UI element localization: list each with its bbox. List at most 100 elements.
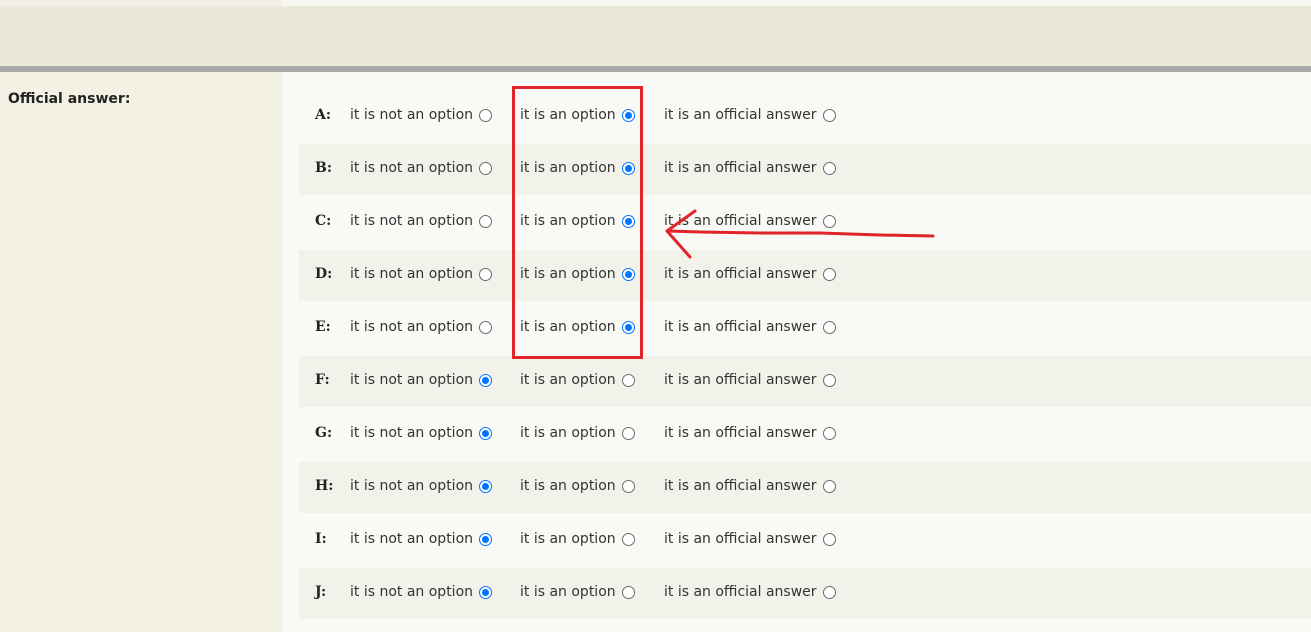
not-option-label: it is not an option [350, 584, 474, 600]
is-option-radio[interactable] [621, 585, 635, 599]
not-option-label: it is not an option [350, 319, 474, 335]
not-option-radio[interactable] [479, 320, 493, 334]
not-option-label: it is not an option [350, 213, 474, 229]
is-option-choice[interactable]: it is an option [520, 213, 635, 229]
not-option-choice[interactable]: it is not an option [350, 372, 493, 388]
is-option-choice[interactable]: it is an option [520, 160, 635, 176]
is-option-choice[interactable]: it is an option [520, 372, 635, 388]
not-option-label: it is not an option [350, 160, 474, 176]
official-answer-radio[interactable] [822, 161, 836, 175]
answer-row-i: I: it is not an option it is an option it i… [299, 515, 1311, 566]
official-answer-choice[interactable]: it is an official answer [664, 425, 836, 441]
official-answer-choice[interactable]: it is an official answer [664, 531, 836, 547]
is-option-choice[interactable]: it is an option [520, 478, 635, 494]
label-column: Official answer: [0, 72, 282, 632]
not-option-radio[interactable] [479, 161, 493, 175]
not-option-choice[interactable]: it is not an option [350, 213, 493, 229]
answer-rows: A: it is not an option it is an option it i… [299, 91, 1311, 621]
row-letter: D: [315, 266, 333, 282]
official-answer-label: it is an official answer [664, 584, 817, 600]
is-option-label: it is an option [520, 425, 616, 441]
is-option-choice[interactable]: it is an option [520, 319, 635, 335]
is-option-label: it is an option [520, 266, 616, 282]
answer-row-a: A: it is not an option it is an option it i… [299, 91, 1311, 142]
is-option-label: it is an option [520, 478, 616, 494]
row-letter: I: [315, 531, 327, 547]
official-answer-choice[interactable]: it is an official answer [664, 319, 836, 335]
is-option-radio[interactable] [621, 426, 635, 440]
not-option-radio[interactable] [479, 267, 493, 281]
official-answer-radio[interactable] [822, 320, 836, 334]
is-option-choice[interactable]: it is an option [520, 107, 635, 123]
is-option-radio[interactable] [621, 479, 635, 493]
official-answer-radio[interactable] [822, 426, 836, 440]
answer-row-f: F: it is not an option it is an option it i… [299, 356, 1311, 407]
not-option-choice[interactable]: it is not an option [350, 266, 493, 282]
is-option-label: it is an option [520, 584, 616, 600]
row-letter: A: [315, 107, 332, 123]
is-option-radio[interactable] [621, 267, 635, 281]
official-answer-radio[interactable] [822, 479, 836, 493]
official-answer-label: Official answer: [8, 91, 131, 107]
not-option-radio[interactable] [479, 214, 493, 228]
not-option-radio[interactable] [479, 585, 493, 599]
official-answer-label: it is an official answer [664, 319, 817, 335]
official-answer-label: it is an official answer [664, 213, 817, 229]
official-answer-radio[interactable] [822, 373, 836, 387]
official-answer-choice[interactable]: it is an official answer [664, 584, 836, 600]
official-answer-radio[interactable] [822, 267, 836, 281]
is-option-label: it is an option [520, 160, 616, 176]
is-option-choice[interactable]: it is an option [520, 425, 635, 441]
is-option-choice[interactable]: it is an option [520, 531, 635, 547]
row-letter: B: [315, 160, 333, 176]
official-answer-radio[interactable] [822, 108, 836, 122]
not-option-choice[interactable]: it is not an option [350, 425, 493, 441]
official-answer-choice[interactable]: it is an official answer [664, 478, 836, 494]
answer-row-h: H: it is not an option it is an option it i… [299, 462, 1311, 513]
not-option-radio[interactable] [479, 532, 493, 546]
is-option-radio[interactable] [621, 214, 635, 228]
official-answer-radio[interactable] [822, 532, 836, 546]
is-option-choice[interactable]: it is an option [520, 584, 635, 600]
official-answer-choice[interactable]: it is an official answer [664, 266, 836, 282]
not-option-radio[interactable] [479, 373, 493, 387]
not-option-choice[interactable]: it is not an option [350, 107, 493, 123]
official-answer-label: it is an official answer [664, 372, 817, 388]
is-option-label: it is an option [520, 107, 616, 123]
official-answer-label: it is an official answer [664, 266, 817, 282]
is-option-label: it is an option [520, 372, 616, 388]
official-answer-choice[interactable]: it is an official answer [664, 213, 836, 229]
not-option-choice[interactable]: it is not an option [350, 478, 493, 494]
official-answer-label: it is an official answer [664, 425, 817, 441]
row-letter: C: [315, 213, 332, 229]
is-option-label: it is an option [520, 531, 616, 547]
row-letter: G: [315, 425, 333, 441]
official-answer-choice[interactable]: it is an official answer [664, 160, 836, 176]
not-option-radio[interactable] [479, 108, 493, 122]
official-answer-radio[interactable] [822, 585, 836, 599]
not-option-label: it is not an option [350, 107, 474, 123]
not-option-label: it is not an option [350, 478, 474, 494]
answer-row-d: D: it is not an option it is an option it i… [299, 250, 1311, 301]
official-answer-choice[interactable]: it is an official answer [664, 107, 836, 123]
is-option-radio[interactable] [621, 373, 635, 387]
official-answer-label: it is an official answer [664, 160, 817, 176]
not-option-radio[interactable] [479, 426, 493, 440]
official-answer-radio[interactable] [822, 214, 836, 228]
is-option-radio[interactable] [621, 532, 635, 546]
not-option-choice[interactable]: it is not an option [350, 531, 493, 547]
official-answer-label: it is an official answer [664, 531, 817, 547]
is-option-radio[interactable] [621, 108, 635, 122]
is-option-radio[interactable] [621, 320, 635, 334]
not-option-choice[interactable]: it is not an option [350, 584, 493, 600]
row-letter: E: [315, 319, 331, 335]
not-option-radio[interactable] [479, 479, 493, 493]
official-answer-label: it is an official answer [664, 107, 817, 123]
row-letter: F: [315, 372, 330, 388]
is-option-choice[interactable]: it is an option [520, 266, 635, 282]
is-option-radio[interactable] [621, 161, 635, 175]
official-answer-choice[interactable]: it is an official answer [664, 372, 836, 388]
not-option-label: it is not an option [350, 531, 474, 547]
not-option-choice[interactable]: it is not an option [350, 160, 493, 176]
not-option-choice[interactable]: it is not an option [350, 319, 493, 335]
